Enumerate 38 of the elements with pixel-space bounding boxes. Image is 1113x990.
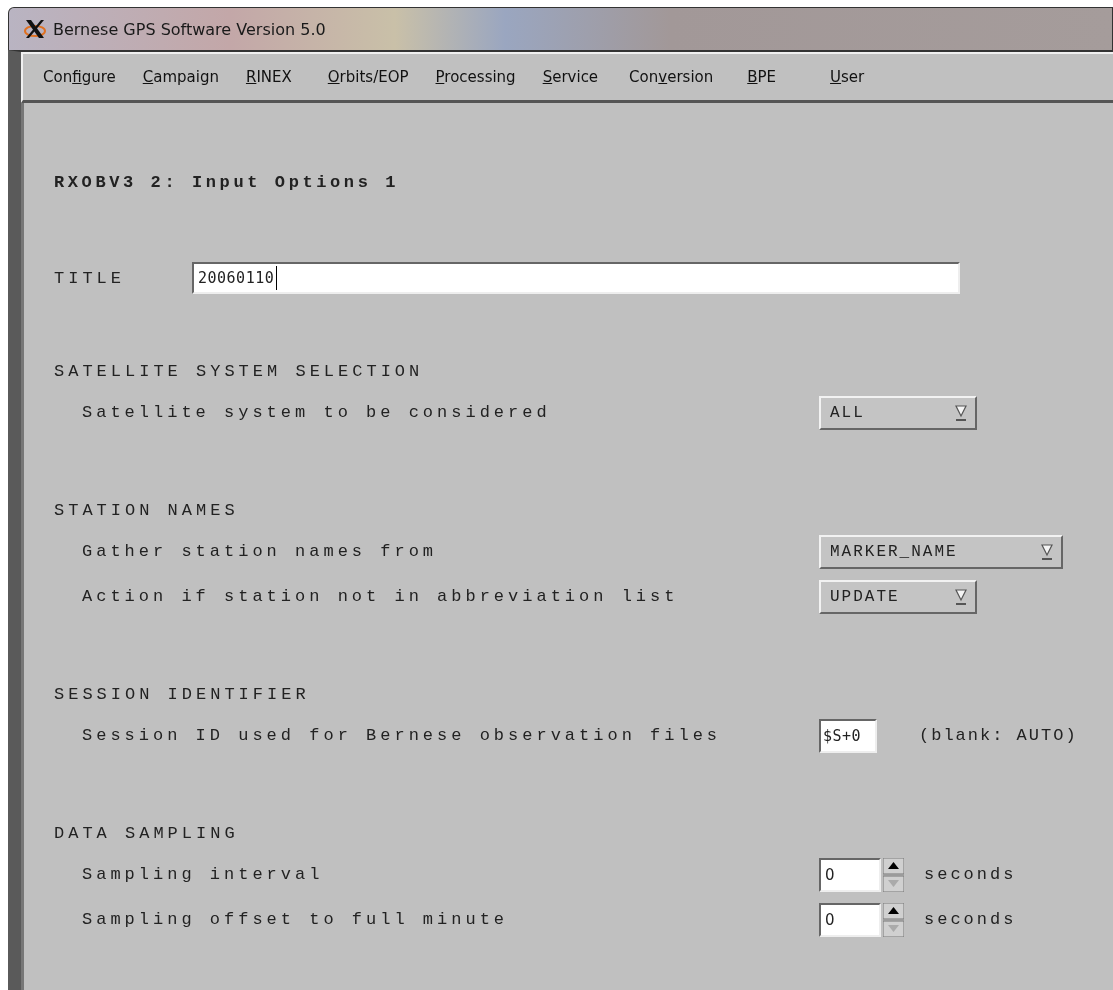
x-logo-icon [23, 18, 47, 40]
section-heading: SESSION IDENTIFIER [54, 684, 311, 706]
dropdown[interactable]: UPDATE [819, 579, 977, 614]
menu-item[interactable]: User [818, 68, 877, 86]
menu-item[interactable]: Orbits/EOP [315, 68, 421, 86]
menu-item[interactable]: Service [530, 68, 611, 86]
number-field[interactable]: 0 [819, 857, 881, 892]
section-heading: DATA SAMPLING [54, 823, 240, 845]
section-heading: STATION NAMES [54, 500, 240, 522]
hint-text: (blank: AUTO) [919, 726, 1078, 745]
title-field[interactable]: 20060110 [192, 262, 960, 294]
field-label: TITLE [54, 268, 126, 288]
dropdown-arrow-icon [1041, 541, 1053, 562]
input-field[interactable]: $S+0 [819, 718, 877, 753]
dropdown-arrow-icon [955, 402, 967, 423]
menu-item[interactable]: Configure [31, 68, 128, 86]
option-label: Action if station not in abbreviation list [82, 587, 680, 606]
menu-item[interactable]: RINEX [233, 68, 304, 86]
form-heading: RXOBV3 2: Input Options 1 [54, 172, 401, 194]
dropdown[interactable]: ALL [819, 395, 977, 430]
dropdown[interactable]: MARKER_NAME [819, 534, 1063, 569]
option-label: Sampling offset to full minute [82, 910, 510, 929]
menu-item[interactable]: Conversion [617, 68, 726, 86]
option-label: Session ID used for Bernese observation files [82, 726, 723, 745]
option-label: Gather station names from [82, 542, 439, 561]
spinner-arrows-icon[interactable] [883, 857, 904, 892]
menu-item[interactable]: BPE [735, 68, 789, 86]
dropdown-arrow-icon [955, 586, 967, 607]
menu-item[interactable]: Campaign [130, 68, 231, 86]
menu-item[interactable]: Processing [423, 68, 528, 86]
option-label: Sampling interval [82, 865, 325, 884]
window-title: Bernese GPS Software Version 5.0 [53, 19, 326, 39]
spinner-arrows-icon[interactable] [883, 902, 904, 937]
option-label: Satellite system to be considered [82, 403, 552, 422]
unit-label: seconds [924, 865, 1017, 884]
number-field[interactable]: 0 [819, 902, 881, 937]
section-heading: SATELLITE SYSTEM SELECTION [54, 361, 425, 383]
unit-label: seconds [924, 910, 1017, 929]
